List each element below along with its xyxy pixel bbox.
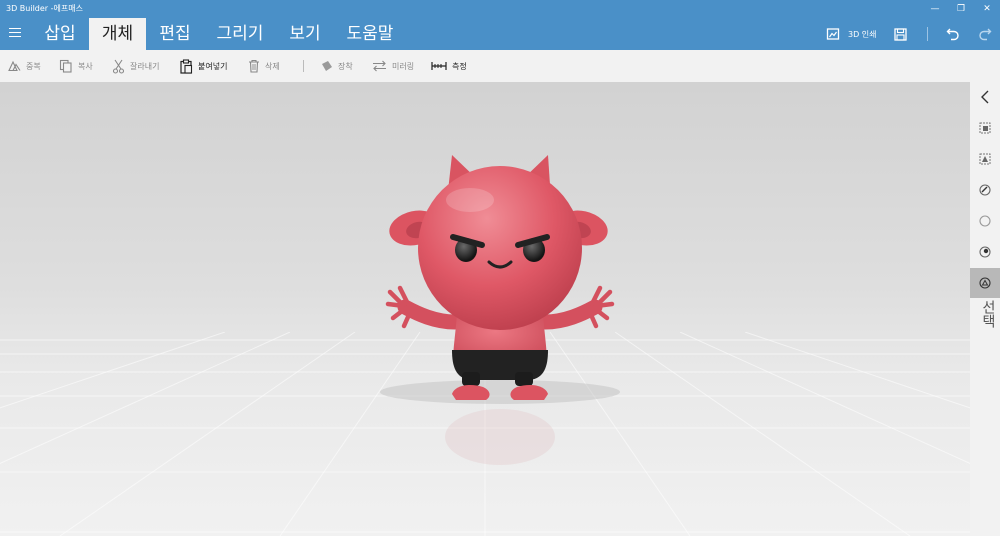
copy-button[interactable]: 복사 [59,50,93,82]
save-icon [894,27,907,41]
cut-label: 잘라내기 [130,61,160,71]
select-mode-button[interactable] [970,268,1000,298]
minimize-button[interactable]: — [922,0,948,18]
mirror-button[interactable]: 미러링 [372,50,414,82]
redo-icon [979,28,992,41]
window-controls: — ❐ ✕ [922,0,1000,18]
3d-viewport[interactable] [0,82,970,536]
select-edges-button[interactable] [970,175,1000,205]
title-bar: 3D Builder -에프매스 — ❐ ✕ [0,0,1000,18]
select-objects-icon [979,122,991,134]
chevron-left-icon [981,90,989,104]
restore-button[interactable]: ❐ [948,0,974,18]
paste-label: 붙여넣기 [198,61,228,71]
measure-button[interactable]: 측정 [431,50,467,82]
tab-view[interactable]: 보기 [280,18,330,50]
menu-bar: 삽입 개체 편집 그리기 보기 도움말 3D 인쇄 [0,18,1000,50]
select-edges-icon [979,184,991,196]
attach-button[interactable]: 장착 [321,50,353,82]
redo-button[interactable] [978,18,992,50]
paste-icon [180,58,193,74]
tab-insert[interactable]: 삽입 [34,18,86,50]
cut-button[interactable]: 잘라내기 [112,50,159,82]
select-mode-icon [979,277,991,289]
select-faces-button[interactable] [970,144,1000,174]
scissors-icon [112,59,125,74]
paste-button[interactable]: 붙여넣기 [180,50,227,82]
copy-label: 복사 [78,61,93,71]
select-vertices-icon [979,215,991,227]
tab-object[interactable]: 개체 [89,18,146,50]
trash-icon [249,59,259,73]
mirror-label: 미러링 [392,61,415,71]
hamburger-menu-icon[interactable] [9,28,21,38]
duplicate-button[interactable]: 중복 [8,50,41,82]
attach-label: 장착 [338,61,353,71]
toolbar-separator [303,60,304,72]
mirror-icon [373,60,386,72]
print-3d-label: 3D 인쇄 [848,29,877,39]
devil-model[interactable] [0,82,970,536]
duplicate-label: 중복 [26,61,41,71]
save-button[interactable] [894,18,907,50]
print-3d-button[interactable]: 3D 인쇄 [826,18,877,50]
undo-icon [946,28,959,41]
delete-label: 삭제 [265,61,280,71]
object-toolbar: 중복 복사 잘라내기 붙여넣기 삭제 장착 미러링 측정 [0,50,1000,82]
window-title: 3D Builder -에프매스 [6,4,83,13]
tab-draw[interactable]: 그리기 [206,18,274,50]
measure-label: 측정 [452,61,467,71]
select-faces-icon [979,153,991,165]
delete-button[interactable]: 삭제 [248,50,280,82]
undo-button[interactable] [946,18,960,50]
selection-panel-label: 선택 [980,300,996,328]
tab-edit[interactable]: 편집 [150,18,200,50]
tab-help[interactable]: 도움말 [338,18,402,50]
collapse-panel-button[interactable] [970,82,1000,112]
measure-icon [431,62,447,70]
attach-icon [322,61,332,71]
duplicate-icon [8,60,21,72]
select-regions-button[interactable] [970,237,1000,267]
select-objects-button[interactable] [970,113,1000,143]
close-button[interactable]: ✕ [974,0,1000,18]
print-3d-icon [826,28,840,40]
menu-divider [927,27,928,41]
selection-panel: 선택 [970,82,1000,536]
copy-icon [59,59,72,73]
select-vertices-button[interactable] [970,206,1000,236]
select-regions-icon [979,246,991,258]
